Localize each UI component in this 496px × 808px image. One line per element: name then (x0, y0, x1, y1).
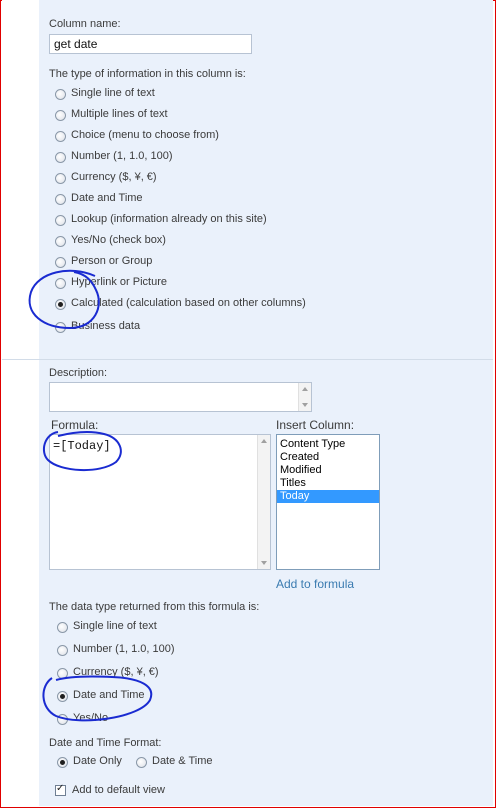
radio-choice[interactable] (55, 131, 66, 142)
section-divider (2, 359, 493, 360)
scroll-down-icon[interactable] (261, 561, 267, 565)
column-name-label: Column name: (49, 18, 121, 30)
radio-business-data[interactable] (55, 322, 66, 333)
radio-person-or-group[interactable] (55, 257, 66, 268)
radio-return-number[interactable] (57, 645, 68, 656)
list-item-today[interactable]: Today (277, 490, 379, 503)
radio-lookup[interactable] (55, 215, 66, 226)
return-number-label: Number (1, 1.0, 100) (73, 643, 175, 655)
option-currency-label: Currency ($, ¥, €) (71, 171, 157, 183)
radio-currency[interactable] (55, 173, 66, 184)
formula-input[interactable]: =[Today] (49, 434, 271, 570)
list-item-content-type[interactable]: Content Type (277, 438, 379, 451)
option-lookup-label: Lookup (information already on this site… (71, 213, 267, 225)
date-format-label: Date and Time Format: (49, 737, 162, 749)
option-calculated-label: Calculated (calculation based on other c… (71, 297, 306, 309)
radio-multiple-lines[interactable] (55, 110, 66, 121)
option-multiple-lines-label: Multiple lines of text (71, 108, 168, 120)
radio-single-line[interactable] (55, 89, 66, 100)
radio-calculated[interactable] (55, 299, 66, 310)
option-single-line-label: Single line of text (71, 87, 155, 99)
radio-return-yes-no[interactable] (57, 714, 68, 725)
option-number-label: Number (1, 1.0, 100) (71, 150, 173, 162)
scroll-up-icon[interactable] (261, 439, 267, 443)
radio-number[interactable] (55, 152, 66, 163)
formula-label: Formula: (51, 418, 99, 432)
column-name-value: get date (54, 37, 98, 51)
list-item-modified[interactable]: Modified (277, 464, 379, 477)
description-input[interactable] (49, 382, 312, 412)
list-item-titles[interactable]: Titles (277, 477, 379, 490)
radio-date-and-time-format[interactable] (136, 757, 147, 768)
scroll-down-icon[interactable] (302, 403, 308, 407)
add-to-formula-link[interactable]: Add to formula (276, 577, 354, 591)
option-business-data-label: Business data (71, 320, 141, 332)
formula-scrollbar[interactable] (257, 435, 270, 569)
return-date-and-time-label: Date and Time (73, 689, 145, 701)
option-yes-no-label: Yes/No (check box) (71, 234, 166, 246)
radio-date-and-time[interactable] (55, 194, 66, 205)
description-scrollbar[interactable] (298, 383, 311, 411)
add-to-default-view-checkbox[interactable] (55, 783, 66, 796)
column-name-input[interactable]: get date (49, 34, 252, 54)
insert-column-listbox[interactable]: Content Type Created Modified Titles Tod… (276, 434, 380, 570)
return-currency-label: Currency ($, ¥, €) (73, 666, 159, 678)
return-single-line-label: Single line of text (73, 620, 157, 632)
description-label: Description: (49, 367, 108, 379)
scroll-up-icon[interactable] (302, 387, 308, 391)
radio-return-currency[interactable] (57, 668, 68, 679)
option-date-and-time-label: Date and Time (71, 192, 143, 204)
radio-return-single-line[interactable] (57, 622, 68, 633)
date-and-time-format-label: Date & Time (152, 755, 213, 767)
add-to-default-view-label: Add to default view (72, 784, 165, 796)
insert-column-label: Insert Column: (276, 418, 355, 432)
type-section-label: The type of information in this column i… (49, 68, 246, 80)
formula-value: =[Today] (53, 439, 111, 453)
radio-hyperlink[interactable] (55, 278, 66, 289)
option-person-or-group-label: Person or Group (71, 255, 153, 267)
date-only-label: Date Only (73, 755, 122, 767)
radio-yes-no[interactable] (55, 236, 66, 247)
radio-date-only[interactable] (57, 757, 68, 768)
return-yes-no-label: Yes/No (73, 712, 109, 724)
option-choice-label: Choice (menu to choose from) (71, 129, 219, 141)
option-hyperlink-label: Hyperlink or Picture (71, 276, 167, 288)
left-gutter (2, 0, 39, 806)
radio-return-date-and-time[interactable] (57, 691, 68, 702)
return-type-label: The data type returned from this formula… (49, 601, 260, 613)
list-item-created[interactable]: Created (277, 451, 379, 464)
